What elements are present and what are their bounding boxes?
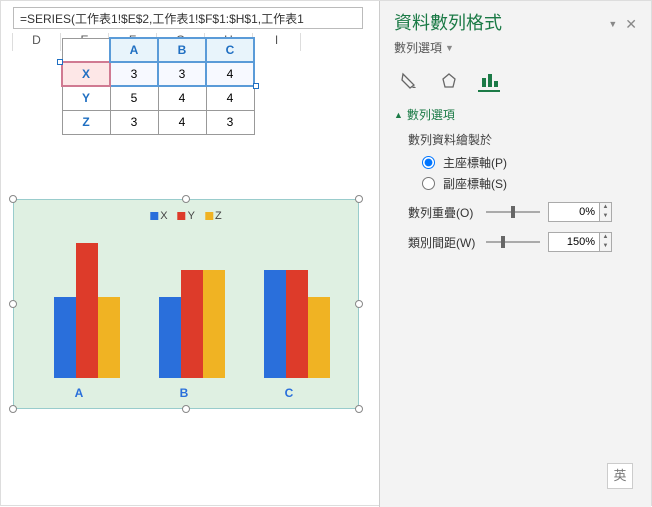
table-col-label[interactable]: C <box>206 38 254 62</box>
axis-label: B <box>149 386 219 400</box>
table-cell[interactable]: 4 <box>206 62 254 86</box>
bar-y[interactable] <box>286 270 308 378</box>
legend-swatch-z <box>205 212 213 220</box>
primary-axis-radio[interactable]: 主座標軸(P) <box>422 154 637 171</box>
legend-label: Y <box>188 210 195 222</box>
bar-y[interactable] <box>76 243 98 378</box>
collapse-triangle-icon: ▲ <box>394 110 403 120</box>
bar-z[interactable] <box>203 270 225 378</box>
col-header[interactable]: D <box>13 33 61 51</box>
table-cell[interactable]: 4 <box>206 86 254 110</box>
table-cell[interactable]: 3 <box>110 110 158 134</box>
resize-handle[interactable] <box>355 195 363 203</box>
resize-handle[interactable] <box>9 300 17 308</box>
selection-handle[interactable] <box>253 83 259 89</box>
ime-button[interactable]: 英 <box>607 463 633 489</box>
chart-plot-area[interactable] <box>44 230 338 378</box>
close-icon[interactable]: ✕ <box>625 16 637 33</box>
formula-bar[interactable]: =SERIES(工作表1!$E$2,工作表1!$F$1:$H$1,工作表1 <box>13 7 363 29</box>
table-row-label[interactable]: X <box>62 62 110 86</box>
spinner-down-icon[interactable]: ▼ <box>600 212 611 221</box>
spinner-up-icon[interactable]: ▲ <box>600 203 611 212</box>
chart-object[interactable]: X Y Z A B C <box>13 199 359 409</box>
table-cell[interactable]: 5 <box>110 86 158 110</box>
chart-legend[interactable]: X Y Z <box>150 210 221 222</box>
gap-width-input[interactable]: ▲▼ <box>548 232 612 252</box>
legend-swatch-x <box>150 212 158 220</box>
table-row-label[interactable]: Z <box>62 110 110 134</box>
table-col-label[interactable]: B <box>158 38 206 62</box>
table-corner <box>62 38 110 62</box>
section-series-options[interactable]: ▲ 數列選項 <box>394 106 637 123</box>
resize-handle[interactable] <box>182 195 190 203</box>
panel-subtitle-dropdown[interactable]: 數列選項▼ <box>394 39 637 56</box>
resize-handle[interactable] <box>182 405 190 413</box>
chevron-down-icon: ▼ <box>445 43 454 53</box>
resize-handle[interactable] <box>355 405 363 413</box>
table-cell[interactable]: 3 <box>110 62 158 86</box>
gap-width-slider[interactable] <box>486 241 540 243</box>
table-cell[interactable]: 3 <box>158 62 206 86</box>
bar-x[interactable] <box>159 297 181 378</box>
resize-handle[interactable] <box>355 300 363 308</box>
axis-label: C <box>254 386 324 400</box>
bar-z[interactable] <box>308 297 330 378</box>
panel-title: 資料數列格式 <box>394 9 502 35</box>
plotted-on-label: 數列資料繪製於 <box>408 131 637 148</box>
table-col-label[interactable]: A <box>110 38 158 62</box>
effects-icon[interactable] <box>438 70 460 92</box>
bar-x[interactable] <box>54 297 76 378</box>
data-table[interactable]: A B C X 3 3 4 Y 5 4 4 Z 3 4 3 <box>61 37 255 135</box>
series-overlap-slider[interactable] <box>486 211 540 213</box>
fill-line-icon[interactable] <box>398 70 420 92</box>
bar-z[interactable] <box>98 297 120 378</box>
legend-swatch-y <box>178 212 186 220</box>
table-cell[interactable]: 4 <box>158 86 206 110</box>
series-options-icon[interactable] <box>478 70 500 92</box>
legend-label: X <box>160 210 167 222</box>
bar-y[interactable] <box>181 270 203 378</box>
spinner-up-icon[interactable]: ▲ <box>600 233 611 242</box>
legend-label: Z <box>215 210 222 222</box>
gap-width-label: 類別間距(W) <box>408 234 478 251</box>
selection-handle[interactable] <box>57 59 63 65</box>
resize-handle[interactable] <box>9 405 17 413</box>
bar-x[interactable] <box>264 270 286 378</box>
series-overlap-input[interactable]: ▲▼ <box>548 202 612 222</box>
table-row-label[interactable]: Y <box>62 86 110 110</box>
format-series-panel: 資料數列格式 ▼ ✕ 數列選項▼ ▲ 數列選項 數列資料繪製於 主座標軸(P) … <box>379 1 651 507</box>
panel-task-dropdown-icon[interactable]: ▼ <box>608 19 617 29</box>
col-header[interactable]: I <box>253 33 301 51</box>
axis-label: A <box>44 386 114 400</box>
table-cell[interactable]: 3 <box>206 110 254 134</box>
table-cell[interactable]: 4 <box>158 110 206 134</box>
secondary-axis-radio[interactable]: 副座標軸(S) <box>422 175 637 192</box>
resize-handle[interactable] <box>9 195 17 203</box>
series-overlap-label: 數列重疊(O) <box>408 204 478 221</box>
spinner-down-icon[interactable]: ▼ <box>600 242 611 251</box>
